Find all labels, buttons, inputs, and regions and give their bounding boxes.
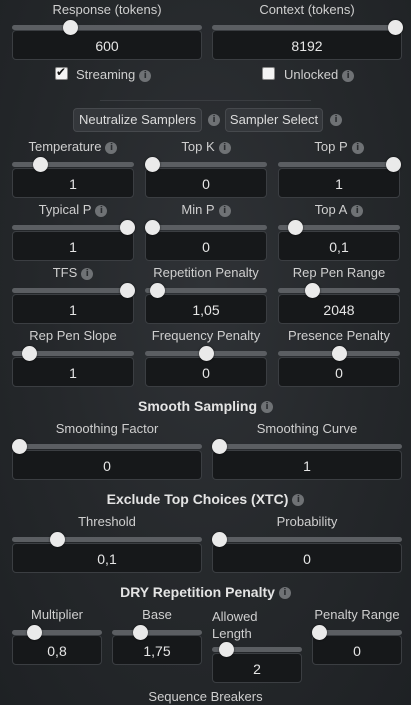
tfs-input[interactable]: 1 [12, 294, 134, 324]
info-icon[interactable]: i [139, 69, 152, 82]
freq-pen-label: Frequency Penalty [151, 328, 261, 343]
divider [100, 100, 311, 101]
temperature-slider[interactable] [12, 162, 134, 167]
slider-thumb[interactable] [132, 625, 148, 640]
slider-thumb[interactable] [144, 157, 160, 172]
info-icon[interactable]: i [278, 587, 291, 600]
dry-base-input[interactable]: 1,75 [112, 635, 202, 665]
top-p-slider[interactable] [278, 162, 400, 167]
rep-pen-range-input[interactable]: 2048 [278, 294, 400, 324]
dry-title: DRY Repetition Penalty i [0, 584, 411, 600]
slider-thumb[interactable] [385, 157, 401, 172]
slider-thumb[interactable] [62, 20, 78, 35]
min-p-input[interactable]: 0 [145, 231, 267, 261]
slider-thumb[interactable] [211, 439, 227, 454]
slider-thumb[interactable] [26, 625, 42, 640]
min-p-slider[interactable] [145, 225, 267, 230]
rep-pen-range-slider[interactable] [278, 288, 400, 293]
pres-pen-label: Presence Penalty [288, 328, 390, 343]
info-icon[interactable]: i [261, 401, 273, 414]
dry-allowed-length-label: Allowed Length [212, 609, 258, 641]
pres-pen-input[interactable]: 0 [278, 357, 400, 387]
min-p-label: Min Pi [145, 203, 267, 217]
xtc-threshold-input[interactable]: 0,1 [12, 543, 202, 573]
sampler-select-button[interactable]: Sampler Select [225, 108, 323, 132]
slider-thumb[interactable] [149, 283, 165, 298]
info-icon[interactable]: i [218, 204, 231, 217]
info-icon[interactable]: i [342, 69, 355, 82]
top-k-label: Top Ki [145, 140, 267, 154]
neutralize-samplers-button[interactable]: Neutralize Samplers [73, 108, 202, 132]
slider-thumb[interactable] [198, 346, 214, 361]
info-icon[interactable]: i [208, 114, 220, 126]
dry-multiplier-input[interactable]: 0,8 [12, 635, 102, 665]
unlocked-label: Unlocked i [284, 68, 355, 82]
top-p-input[interactable]: 1 [278, 168, 400, 198]
slider-thumb[interactable] [119, 220, 135, 235]
slider-thumb[interactable] [304, 283, 320, 298]
dry-penalty-range-label: Penalty Range [314, 607, 400, 622]
dry-multiplier-label: Multiplier [30, 607, 83, 622]
rep-pen-slope-label: Rep Pen Slope [29, 328, 117, 343]
info-icon[interactable]: i [81, 267, 94, 280]
xtc-threshold-label: Threshold [78, 514, 136, 529]
xtc-probability-input[interactable]: 0 [212, 543, 402, 573]
streaming-checkbox[interactable] [55, 65, 68, 80]
rep-pen-input[interactable]: 1,05 [145, 294, 267, 324]
xtc-probability-slider[interactable] [212, 537, 402, 542]
dry-penalty-range-input[interactable]: 0 [312, 635, 402, 665]
top-a-input[interactable]: 0,1 [278, 231, 400, 261]
slider-thumb[interactable] [119, 283, 135, 298]
top-k-input[interactable]: 0 [145, 168, 267, 198]
streaming-label: Streaming i [76, 68, 152, 82]
tfs-slider[interactable] [12, 288, 134, 293]
xtc-threshold-slider[interactable] [12, 537, 202, 542]
top-k-slider[interactable] [145, 162, 267, 167]
slider-thumb[interactable] [387, 20, 403, 35]
xtc-probability-label: Probability [276, 514, 338, 529]
top-p-label: Top Pi [278, 140, 400, 154]
smooth-sampling-title: Smooth Sampling i [0, 398, 411, 414]
slider-thumb[interactable] [11, 439, 27, 454]
response-label: Response (tokens) [52, 2, 162, 17]
context-input[interactable]: 8192 [212, 30, 402, 60]
info-icon[interactable]: i [351, 141, 364, 154]
typical-p-label: Typical Pi [12, 203, 134, 217]
typical-p-input[interactable]: 1 [12, 231, 134, 261]
smoothing-curve-input[interactable]: 1 [212, 450, 402, 480]
slider-thumb[interactable] [219, 642, 235, 657]
info-icon[interactable]: i [292, 494, 305, 507]
slider-thumb[interactable] [211, 532, 227, 547]
info-icon[interactable]: i [351, 204, 364, 217]
slider-thumb[interactable] [144, 220, 160, 235]
sequence-breakers-label: Sequence Breakers [148, 689, 263, 704]
context-label: Context (tokens) [259, 2, 355, 17]
temperature-label: Temperature i [12, 140, 134, 154]
info-icon[interactable]: i [95, 204, 108, 217]
response-input[interactable]: 600 [12, 30, 202, 60]
unlocked-checkbox[interactable] [262, 67, 275, 80]
rep-pen-slope-input[interactable]: 1 [12, 357, 134, 387]
smoothing-factor-slider[interactable] [12, 444, 202, 449]
slider-thumb[interactable] [33, 157, 49, 172]
dry-base-label: Base [142, 607, 172, 622]
rep-pen-label: Repetition Penalty [153, 265, 259, 280]
info-icon[interactable]: i [218, 141, 231, 154]
freq-pen-input[interactable]: 0 [145, 357, 267, 387]
rep-pen-range-label: Rep Pen Range [292, 265, 386, 280]
info-icon[interactable]: i [330, 114, 342, 126]
xtc-title: Exclude Top Choices (XTC) i [0, 491, 411, 507]
smoothing-factor-input[interactable]: 0 [12, 450, 202, 480]
info-icon[interactable]: i [105, 141, 118, 154]
slider-thumb[interactable] [331, 346, 347, 361]
smoothing-curve-label: Smoothing Curve [256, 421, 358, 436]
typical-p-slider[interactable] [12, 225, 134, 230]
dry-allowed-length-input[interactable]: 2 [212, 653, 302, 683]
smoothing-factor-label: Smoothing Factor [55, 421, 159, 436]
tfs-label: TFS i [12, 266, 134, 280]
smoothing-curve-slider[interactable] [212, 444, 402, 449]
top-a-label: Top Ai [278, 203, 400, 217]
temperature-input[interactable]: 1 [12, 168, 134, 198]
slider-thumb[interactable] [311, 625, 327, 640]
